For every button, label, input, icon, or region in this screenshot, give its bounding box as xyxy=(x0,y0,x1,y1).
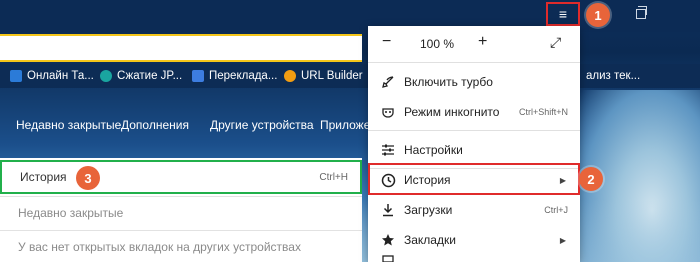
zoom-level: 100 % xyxy=(420,37,455,51)
history-label: История xyxy=(20,170,67,184)
bookmark-favicon-icon xyxy=(284,70,296,82)
hamburger-icon: ≡ xyxy=(558,6,568,22)
partial-icon xyxy=(380,250,396,262)
bookmark-item[interactable]: ализ тек... xyxy=(586,68,640,84)
download-icon xyxy=(380,202,396,218)
step-badge-2: 2 xyxy=(579,167,603,191)
history-panel: История Ctrl+H Недавно закрытые У вас не… xyxy=(0,158,362,262)
zoom-controls: − 100 % + ⤢ xyxy=(368,32,580,58)
menu-item-turbo[interactable]: Включить турбо xyxy=(368,68,580,96)
bookmark-item[interactable]: Сжатие JP... xyxy=(100,68,182,84)
bookmark-favicon-icon xyxy=(192,70,204,82)
bookmark-item[interactable]: Переклада... xyxy=(192,68,277,84)
menu-item-downloads[interactable]: Загрузки Ctrl+J xyxy=(368,196,580,224)
fullscreen-icon[interactable]: ⤢ xyxy=(550,34,561,51)
bookmark-item[interactable]: URL Builder xyxy=(284,68,363,84)
restore-window-icon[interactable] xyxy=(636,6,647,19)
history-shortcut: Ctrl+H xyxy=(319,171,348,183)
nav-other-devices[interactable]: Другие устройства xyxy=(210,118,314,132)
main-menu-button[interactable]: ≡ xyxy=(546,2,580,26)
history-link[interactable]: История Ctrl+H xyxy=(0,160,362,194)
bookmark-item[interactable]: Онлайн Та... xyxy=(10,68,94,84)
main-menu-dropdown: − 100 % + ⤢ Включить турбо Режим инкогни… xyxy=(368,26,580,262)
step-badge-1: 1 xyxy=(586,3,610,27)
nav-recently-closed[interactable]: Недавно закрытые xyxy=(16,118,121,132)
divider xyxy=(368,62,580,63)
menu-item-incognito[interactable]: Режим инкогнито Ctrl+Shift+N xyxy=(368,98,580,126)
menu-item-partial[interactable] xyxy=(368,252,580,262)
history-highlight-box xyxy=(368,163,580,195)
nav-apps[interactable]: Приложе xyxy=(320,118,370,132)
bookmark-favicon-icon xyxy=(10,70,22,82)
zoom-out-button[interactable]: − xyxy=(382,33,391,51)
address-bar[interactable] xyxy=(0,34,362,62)
zoom-in-button[interactable]: + xyxy=(478,33,487,51)
step-badge-3: 3 xyxy=(76,166,100,190)
incognito-icon xyxy=(380,104,396,120)
submenu-arrow-icon: ▶ xyxy=(559,235,566,245)
rocket-icon xyxy=(380,74,396,90)
nav-extensions[interactable]: Дополнения xyxy=(121,118,189,132)
menu-item-settings[interactable]: Настройки xyxy=(368,136,580,164)
no-tabs-message: У вас нет открытых вкладок на других уст… xyxy=(18,240,301,254)
menu-item-bookmarks[interactable]: Закладки ▶ xyxy=(368,226,580,254)
divider xyxy=(368,130,580,131)
recently-closed-item: Недавно закрытые xyxy=(18,206,124,220)
sliders-icon xyxy=(380,142,396,158)
star-icon xyxy=(380,232,396,248)
bookmark-favicon-icon xyxy=(100,70,112,82)
